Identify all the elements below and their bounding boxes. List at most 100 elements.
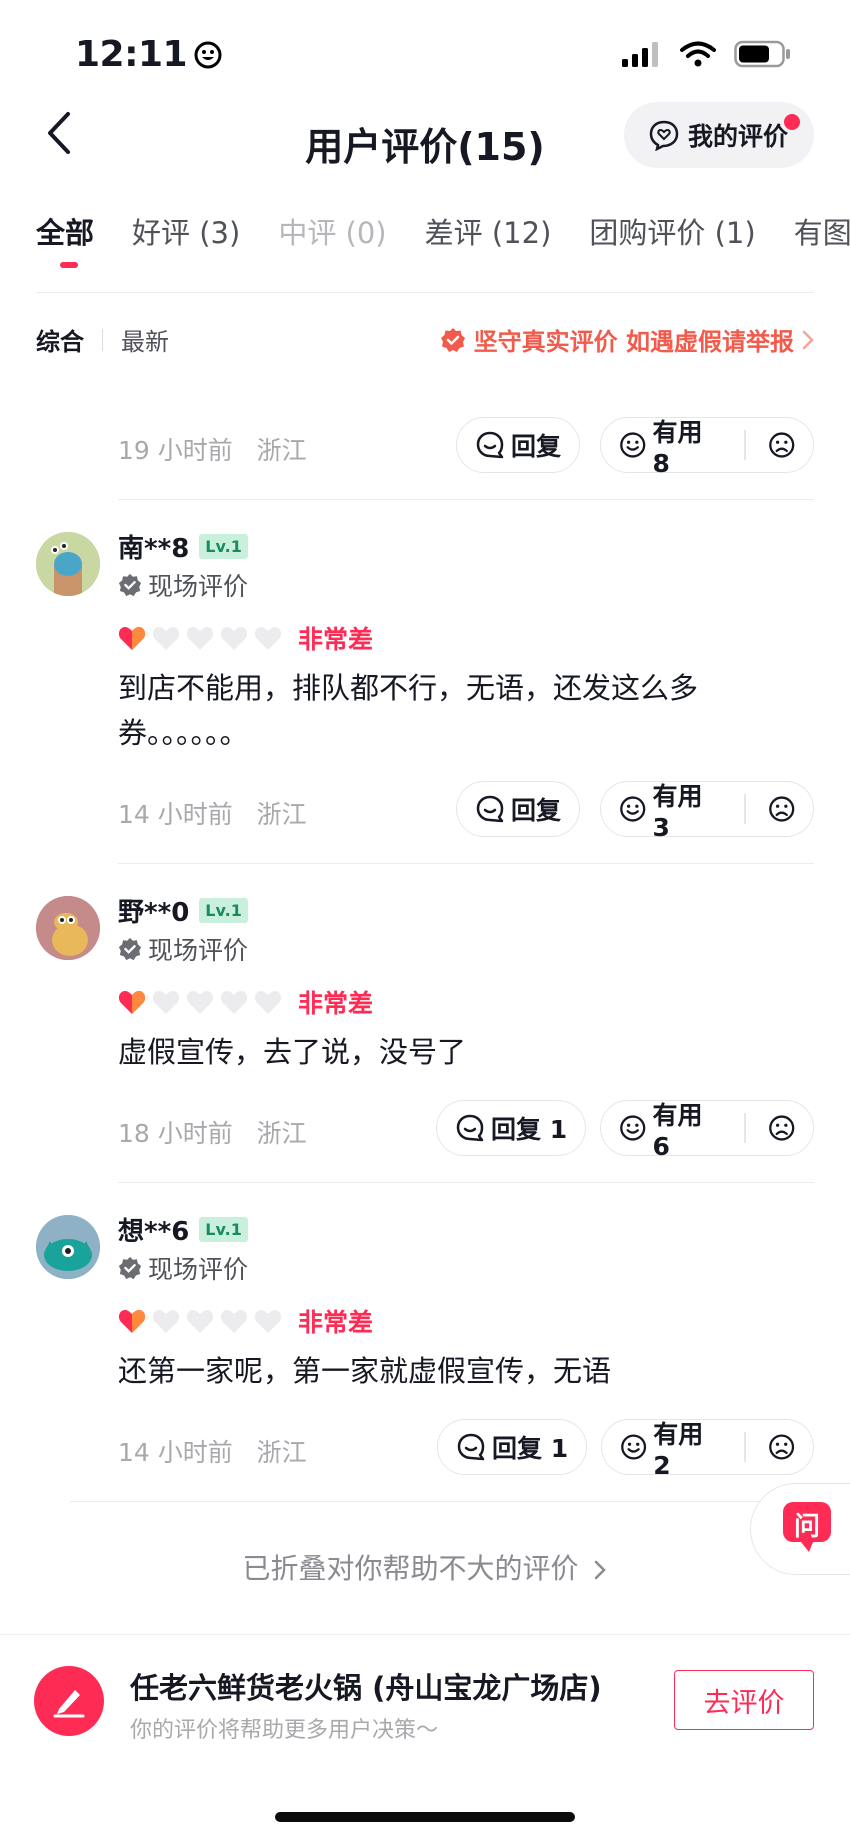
ask-button[interactable]: 问 bbox=[750, 1483, 850, 1575]
onsite-tag: 现场评价 bbox=[118, 931, 248, 967]
sort-options: 综合 最新 bbox=[36, 322, 169, 357]
avatar-monster-icon bbox=[36, 532, 100, 596]
status-time-text: 12:11 bbox=[75, 34, 188, 75]
go-review-button[interactable]: 去评价 bbox=[674, 1670, 814, 1730]
heart-filled-icon bbox=[118, 627, 146, 650]
heart-empty-icon bbox=[220, 627, 248, 650]
sort-comprehensive[interactable]: 综合 bbox=[36, 322, 84, 357]
heart-empty-icon bbox=[186, 627, 214, 650]
tab-neutral[interactable]: 中评 (0) bbox=[278, 210, 386, 260]
onsite-tag: 现场评价 bbox=[118, 567, 248, 603]
frown-icon[interactable] bbox=[768, 1432, 795, 1462]
reply-button[interactable]: 回复 1 bbox=[437, 1419, 588, 1475]
username[interactable]: 想**6 bbox=[118, 1211, 189, 1248]
avatar-cookie-icon bbox=[36, 896, 100, 960]
reply-button[interactable]: 回复 1 bbox=[436, 1100, 587, 1156]
tabs-divider bbox=[36, 292, 814, 293]
heart-filled-icon bbox=[118, 1310, 146, 1333]
review-content: 到店不能用，排队都不行，无语，还发这么多 券。。。。。。 bbox=[118, 666, 758, 756]
useful-label: 有用 8 bbox=[652, 417, 703, 478]
review-meta: 14 小时前 浙江 bbox=[118, 1433, 307, 1469]
rating-label: 非常差 bbox=[298, 625, 374, 654]
tab-group-buy[interactable]: 团购评价 (1) bbox=[589, 210, 755, 260]
smile-icon bbox=[621, 1434, 647, 1460]
notification-dot bbox=[784, 114, 800, 130]
wifi-icon bbox=[680, 41, 716, 67]
review-time: 18 小时前 bbox=[118, 1119, 233, 1148]
frown-icon[interactable] bbox=[768, 794, 795, 824]
tab-with-images[interactable]: 有图 / bbox=[794, 210, 850, 260]
useful-button[interactable]: 有用 8 bbox=[600, 417, 814, 478]
verified-badge-icon bbox=[440, 327, 465, 352]
useful-button[interactable]: 有用 2 bbox=[601, 1419, 814, 1480]
frown-icon[interactable] bbox=[768, 430, 795, 460]
folded-label: 已折叠对你帮助不大的评价 bbox=[242, 1552, 579, 1585]
review-divider bbox=[70, 1501, 814, 1502]
edit-review-icon bbox=[34, 1666, 104, 1736]
sort-latest[interactable]: 最新 bbox=[121, 322, 169, 357]
folded-reviews-link[interactable]: 已折叠对你帮助不大的评价 bbox=[0, 1547, 850, 1587]
useful-label: 有用 2 bbox=[653, 1419, 704, 1480]
heart-empty-icon bbox=[254, 1310, 282, 1333]
onsite-label: 现场评价 bbox=[148, 1255, 249, 1284]
smile-icon bbox=[620, 796, 646, 822]
onsite-label: 现场评价 bbox=[148, 936, 249, 965]
verified-check-icon bbox=[118, 573, 142, 597]
heart-empty-icon bbox=[254, 991, 282, 1014]
reply-label: 回复 1 bbox=[492, 1434, 569, 1463]
heart-empty-icon bbox=[152, 627, 180, 650]
status-icons bbox=[622, 40, 792, 68]
review-header: 野**0 Lv.1 bbox=[118, 892, 248, 929]
avatar[interactable] bbox=[36, 896, 100, 960]
reply-bubble-icon bbox=[476, 431, 504, 459]
button-separator bbox=[744, 1113, 746, 1143]
my-review-button[interactable]: 我的评价 bbox=[624, 102, 814, 168]
heart-empty-icon bbox=[220, 1310, 248, 1333]
smile-icon bbox=[620, 432, 646, 458]
rating-label: 非常差 bbox=[298, 1308, 374, 1337]
reply-button[interactable]: 回复 bbox=[456, 417, 581, 473]
useful-button[interactable]: 有用 3 bbox=[600, 781, 814, 842]
onsite-tag: 现场评价 bbox=[118, 1250, 248, 1286]
smile-icon bbox=[620, 1115, 646, 1141]
verified-check-icon bbox=[118, 937, 142, 961]
button-separator bbox=[744, 430, 746, 460]
verified-check-icon bbox=[118, 1256, 142, 1280]
tab-positive[interactable]: 好评 (3) bbox=[132, 210, 240, 260]
avatar[interactable] bbox=[36, 1215, 100, 1279]
level-badge: Lv.1 bbox=[199, 534, 248, 559]
ask-label: 问 bbox=[794, 1512, 821, 1542]
review-content: 还第一家呢，第一家就虚假宣传，无语 bbox=[118, 1349, 758, 1394]
review-region: 浙江 bbox=[256, 1119, 307, 1148]
avatar[interactable] bbox=[36, 532, 100, 596]
review-region: 浙江 bbox=[256, 800, 307, 829]
useful-button[interactable]: 有用 6 bbox=[600, 1100, 814, 1161]
heart-empty-icon bbox=[152, 1310, 180, 1333]
review-divider bbox=[118, 1182, 814, 1183]
username[interactable]: 南**8 bbox=[118, 528, 189, 565]
reply-bubble-icon bbox=[476, 795, 504, 823]
review-region: 浙江 bbox=[256, 1438, 307, 1467]
onsite-label: 现场评价 bbox=[148, 572, 249, 601]
tab-negative[interactable]: 差评 (12) bbox=[425, 210, 552, 260]
heart-empty-icon bbox=[186, 1310, 214, 1333]
shop-subtitle: 你的评价将帮助更多用户决策～ bbox=[130, 1718, 439, 1743]
review-meta: 18 小时前 浙江 bbox=[118, 1114, 307, 1150]
username[interactable]: 野**0 bbox=[118, 892, 189, 929]
avatar-teal-monster-icon bbox=[36, 1215, 100, 1279]
heart-chat-icon bbox=[649, 120, 679, 151]
authenticity-notice[interactable]: 坚守真实评价 如遇虚假请举报 bbox=[440, 322, 814, 357]
reply-button[interactable]: 回复 bbox=[456, 781, 581, 837]
frown-icon[interactable] bbox=[768, 1113, 795, 1143]
level-badge: Lv.1 bbox=[199, 1217, 248, 1242]
heart-empty-icon bbox=[152, 991, 180, 1014]
review-content-line: 还第一家呢，第一家就虚假宣传，无语 bbox=[118, 1354, 612, 1388]
home-indicator bbox=[275, 1812, 575, 1822]
shop-name: 任老六鲜货老火锅 (舟山宝龙广场店) bbox=[130, 1671, 602, 1705]
review-divider bbox=[118, 499, 814, 500]
review-region: 浙江 bbox=[256, 436, 307, 465]
tab-all[interactable]: 全部 bbox=[36, 210, 94, 260]
reply-bubble-icon bbox=[457, 1433, 485, 1461]
battery-icon bbox=[734, 40, 790, 68]
rating-label: 非常差 bbox=[298, 989, 374, 1018]
